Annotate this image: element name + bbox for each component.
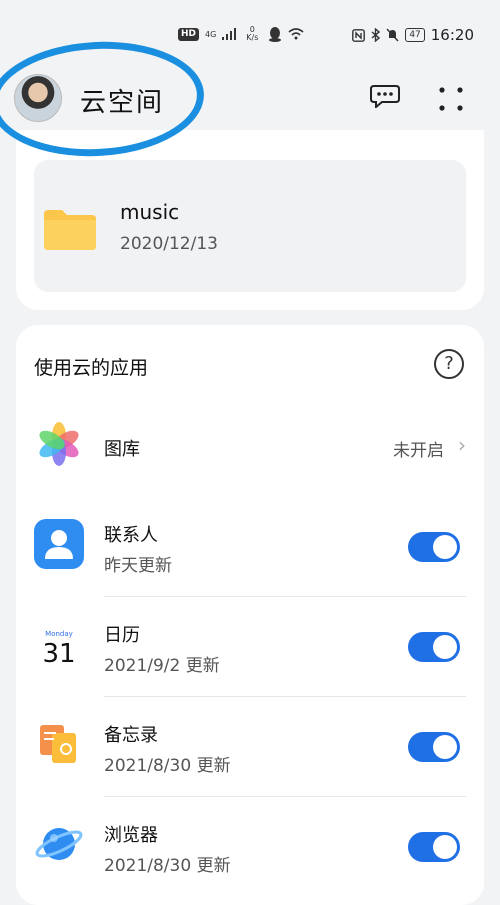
gallery-icon: [39, 422, 79, 466]
browser-icon: [35, 828, 83, 860]
file-item[interactable]: music 2020/12/13: [34, 160, 466, 292]
app-updated: 2021/9/2 更新: [104, 656, 220, 676]
signal-icon: [222, 28, 237, 40]
app-updated: 2021/8/30 更新: [104, 756, 231, 776]
app-updated: 昨天更新: [104, 556, 172, 576]
avatar[interactable]: [14, 74, 62, 122]
app-name: 联系人: [104, 525, 158, 546]
wifi-icon: [288, 28, 304, 40]
more-menu-icon[interactable]: [436, 84, 466, 114]
network-label: 4G: [205, 29, 217, 39]
help-icon[interactable]: ?: [434, 349, 464, 379]
app-row-calendar: Monday 31 日历 2021/9/2 更新: [16, 597, 484, 697]
toggle-knob: [433, 835, 457, 859]
app-updated: 2021/8/30 更新: [104, 856, 231, 876]
sync-toggle[interactable]: [408, 732, 460, 762]
nfc-icon: [352, 28, 366, 42]
clock: 16:20: [430, 26, 474, 44]
file-name: music: [120, 200, 180, 224]
chevron-right-icon: ›: [458, 433, 466, 457]
app-name: 日历: [104, 625, 140, 646]
page-title: 云空间: [80, 88, 165, 118]
contacts-icon: [34, 519, 84, 569]
app-name: 浏览器: [104, 825, 158, 846]
app-status: 未开启: [393, 441, 444, 461]
apps-card: 使用云的应用 ? 图库 未开启 › 联系人 昨天更新 Monday 31 日历 …: [16, 325, 484, 905]
app-row-browser: 浏览器 2021/8/30 更新: [16, 797, 484, 897]
file-date: 2020/12/13: [120, 234, 218, 254]
app-header: 云空间: [0, 36, 500, 162]
chat-icon[interactable]: [370, 84, 400, 108]
calendar-icon: Monday 31: [34, 619, 84, 669]
calendar-weekday: Monday: [45, 630, 73, 638]
toggle-knob: [433, 635, 457, 659]
calendar-day: 31: [42, 639, 76, 669]
sync-toggle[interactable]: [408, 532, 460, 562]
status-left: HD 4G 0 K/s: [178, 26, 304, 42]
mute-icon: [386, 28, 399, 42]
section-title: 使用云的应用: [34, 357, 149, 379]
bluetooth-icon: [371, 28, 381, 42]
status-right: 47 16:20: [352, 26, 474, 44]
qq-icon: [269, 26, 282, 42]
app-row-gallery[interactable]: 图库 未开启 ›: [16, 397, 484, 497]
hd-badge: HD: [178, 27, 200, 41]
net-speed-unit: K/s: [246, 33, 259, 42]
net-speed: 0 K/s: [242, 26, 262, 42]
files-card: music 2020/12/13: [16, 130, 484, 310]
toggle-knob: [433, 535, 457, 559]
app-name: 图库: [104, 439, 140, 460]
app-row-notes: 备忘录 2021/8/30 更新: [16, 697, 484, 797]
folder-icon: [44, 210, 96, 250]
battery-level: 47: [405, 28, 425, 42]
sync-toggle[interactable]: [408, 832, 460, 862]
app-name: 备忘录: [104, 725, 158, 746]
notes-icon: [40, 725, 76, 763]
app-row-contacts: 联系人 昨天更新: [16, 497, 484, 597]
toggle-knob: [433, 735, 457, 759]
sync-toggle[interactable]: [408, 632, 460, 662]
